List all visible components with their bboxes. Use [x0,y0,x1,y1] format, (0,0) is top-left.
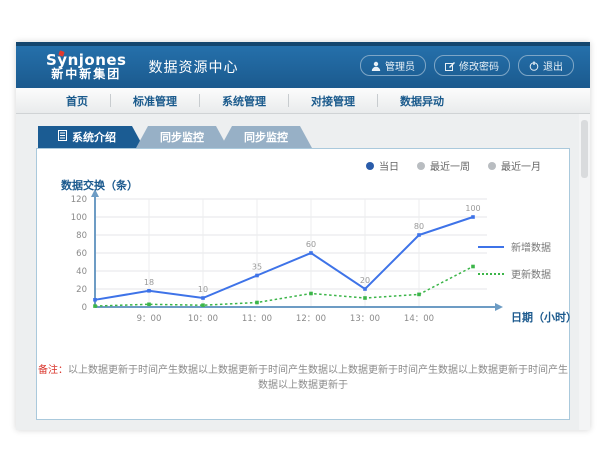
tab-sync-monitor-2[interactable]: 同步监控 [220,126,312,148]
app-window: Synjones 新中新集团 数据资源中心 管理员 修改密码 退出 [16,42,590,430]
green-dotted-line-icon [478,273,504,275]
user-icon [371,61,381,71]
range-option-label: 最近一周 [430,158,470,173]
svg-text:80: 80 [76,231,87,241]
admin-user-label: 管理员 [385,58,415,73]
svg-text:0: 0 [82,303,87,313]
svg-text:20: 20 [360,276,370,285]
svg-text:120: 120 [71,195,87,205]
range-option-label: 当日 [379,158,399,173]
svg-text:10：00: 10：00 [188,314,218,324]
blue-line-icon [478,246,504,248]
nav-item-standard-mgmt[interactable]: 标准管理 [111,93,199,109]
tab-sync-monitor-1[interactable]: 同步监控 [136,126,228,148]
radio-icon[interactable] [417,162,425,170]
change-password-label: 修改密码 [459,58,499,73]
tab-label: 同步监控 [244,129,288,145]
time-range-options: 当日 最近一周 最近一月 [366,158,541,173]
svg-text:100: 100 [465,204,480,213]
admin-user-button[interactable]: 管理员 [360,55,426,76]
tab-label: 同步监控 [160,129,204,145]
range-option-today[interactable]: 当日 [366,158,399,173]
power-icon [529,61,539,71]
radio-selected-icon[interactable] [366,162,374,170]
footnote-text: 以上数据更新于时间产生数据以上数据更新于时间产生数据以上数据更新于时间产生数据以… [68,365,568,391]
svg-text:100: 100 [71,213,87,223]
legend-item-updated-data: 更新数据 [478,266,551,281]
document-icon [58,130,67,144]
svg-text:14：00: 14：00 [404,314,434,324]
legend-item-new-data: 新增数据 [478,239,551,254]
tab-bar: 系统介绍 同步监控 同步监控 [38,126,570,148]
range-option-label: 最近一月 [501,158,541,173]
nav-item-interface-mgmt[interactable]: 对接管理 [289,93,377,109]
tab-label: 系统介绍 [72,129,116,145]
range-option-last-month[interactable]: 最近一月 [488,158,541,173]
svg-text:20: 20 [76,285,87,295]
svg-text:11：00: 11：00 [242,314,272,324]
nav-item-system-mgmt[interactable]: 系统管理 [200,93,288,109]
svg-text:13：00: 13：00 [350,314,380,324]
svg-text:10: 10 [198,285,208,294]
chart-panel: 当日 最近一周 最近一月 0 20 40 60 80 100 120 9：00 10：00 11：… [36,148,570,420]
svg-text:18: 18 [144,278,154,287]
footnote: 备注：以上数据更新于时间产生数据以上数据更新于时间产生数据以上数据更新于时间产生… [37,361,569,391]
svg-text:日期（小时）: 日期（小时） [511,310,577,324]
logo-text-cn: 新中新集团 [46,68,127,81]
header: Synjones 新中新集团 数据资源中心 管理员 修改密码 退出 [16,46,590,88]
svg-text:40: 40 [76,267,87,277]
company-logo: Synjones 新中新集团 [46,53,127,81]
svg-text:35: 35 [252,263,262,272]
radio-icon[interactable] [488,162,496,170]
svg-text:数据交换（条）: 数据交换（条） [61,179,138,192]
logout-button[interactable]: 退出 [518,55,574,76]
range-option-last-week[interactable]: 最近一周 [417,158,470,173]
svg-text:60: 60 [306,240,316,249]
change-password-button[interactable]: 修改密码 [434,55,510,76]
scrollbar[interactable] [579,114,590,430]
svg-text:9：00: 9：00 [137,314,162,324]
nav-item-home[interactable]: 首页 [44,93,110,109]
scrollbar-thumb[interactable] [581,120,588,178]
chart-legend: 新增数据 更新数据 [478,239,551,293]
tab-system-intro[interactable]: 系统介绍 [38,126,144,148]
user-menu: 管理员 修改密码 退出 [360,55,574,76]
content-area: 系统介绍 同步监控 同步监控 当日 最近一周 [16,114,590,430]
nav-item-data-change[interactable]: 数据异动 [378,93,466,109]
svg-text:60: 60 [76,249,87,259]
svg-text:12：00: 12：00 [296,314,326,324]
svg-text:80: 80 [414,222,424,231]
main-nav: 首页 标准管理 系统管理 对接管理 数据异动 [16,88,590,114]
footnote-prefix: 备注： [38,365,68,376]
legend-label: 更新数据 [511,266,551,281]
edit-icon [445,61,455,71]
logout-label: 退出 [543,58,563,73]
page-title: 数据资源中心 [149,57,239,77]
legend-label: 新增数据 [511,239,551,254]
